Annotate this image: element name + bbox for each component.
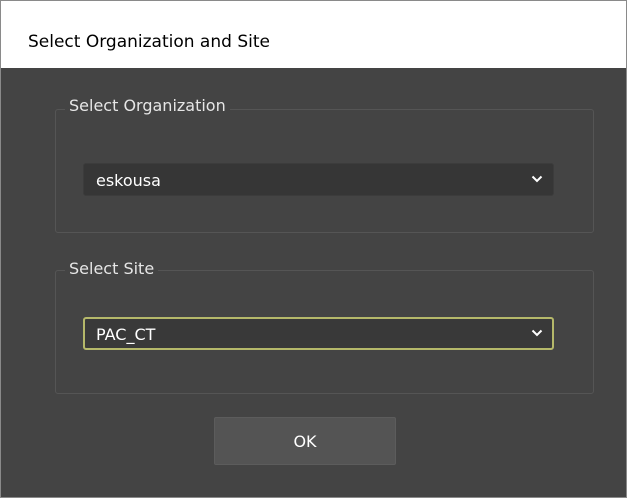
organization-dropdown[interactable]: eskousa (83, 163, 554, 196)
dialog-title: Select Organization and Site (28, 32, 270, 52)
organization-selected-value: eskousa (96, 171, 161, 190)
chevron-down-icon (531, 175, 543, 183)
ok-button[interactable]: OK (214, 417, 396, 465)
title-bar: Select Organization and Site (1, 1, 626, 68)
site-selected-value: PAC_CT (96, 325, 156, 344)
site-dropdown[interactable]: PAC_CT (83, 317, 554, 350)
site-group-label: Select Site (65, 259, 159, 278)
dialog-window: Select Organization and Site Select Orga… (0, 0, 627, 498)
chevron-down-icon (531, 329, 543, 337)
organization-group-label: Select Organization (65, 96, 230, 115)
